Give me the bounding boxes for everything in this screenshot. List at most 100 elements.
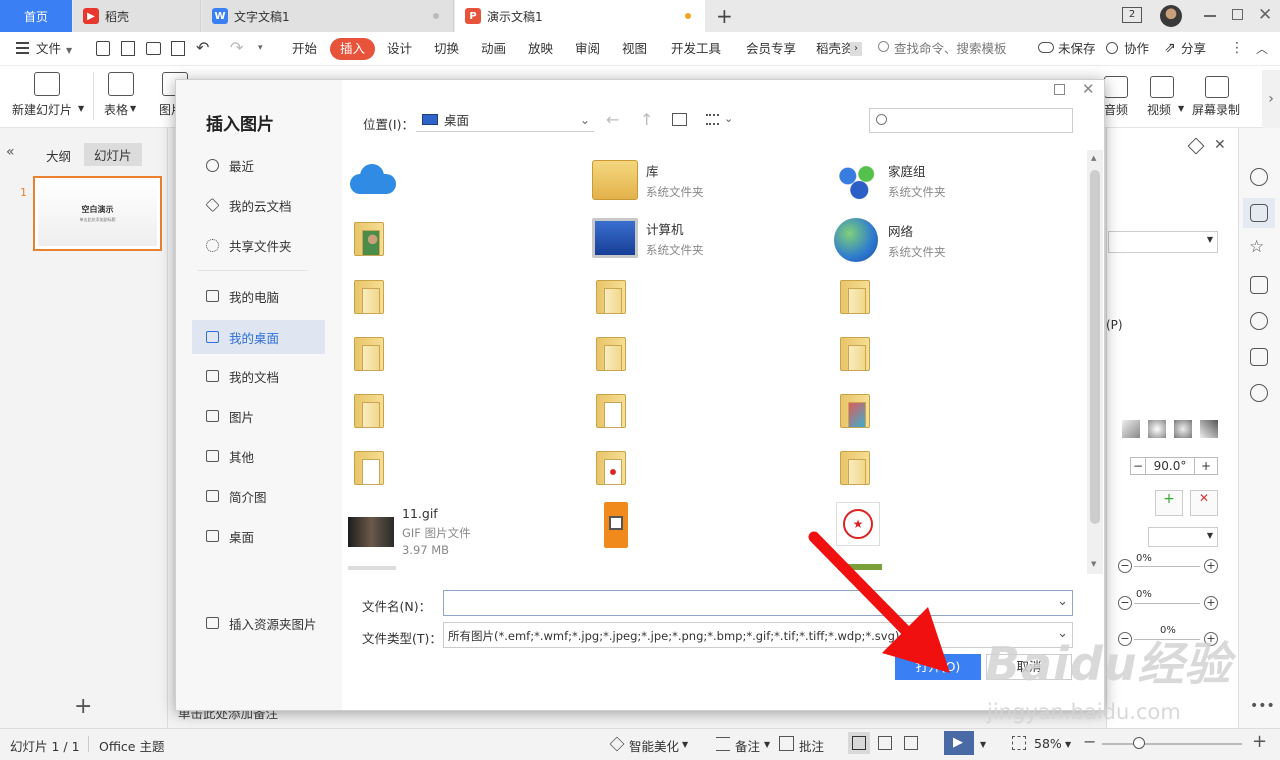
- tab-home[interactable]: 首页: [0, 0, 72, 32]
- chevron-down-icon[interactable]: ▼: [130, 104, 136, 113]
- file-item-computer[interactable]: 计算机 系统文件夹: [592, 218, 704, 258]
- star-icon[interactable]: ☆: [1249, 237, 1264, 257]
- folder-item[interactable]: [352, 388, 386, 430]
- location-select[interactable]: 桌面 ⌄: [416, 108, 594, 132]
- tab-close-dot[interactable]: [433, 13, 439, 19]
- minimize-icon[interactable]: [1204, 15, 1216, 17]
- file-item-homegroup[interactable]: 家庭组 系统文件夹: [834, 160, 946, 200]
- nav-my-computer[interactable]: 我的电脑: [192, 279, 325, 313]
- save-icon[interactable]: [96, 41, 110, 56]
- command-search[interactable]: 查找命令、搜索模板: [894, 32, 1007, 66]
- folder-item[interactable]: [838, 274, 872, 316]
- cloud-drive-item[interactable]: [350, 164, 396, 194]
- slide-thumbnail[interactable]: 空白演示 单击此处添加副标题: [33, 176, 162, 251]
- nav-my-documents[interactable]: 我的文档: [192, 359, 325, 393]
- chevron-down-icon[interactable]: ⌄: [1057, 594, 1068, 609]
- restore-icon[interactable]: [1232, 9, 1243, 20]
- add-slide-icon[interactable]: +: [74, 694, 92, 719]
- settings-sliders-icon[interactable]: [1250, 204, 1268, 222]
- unsaved-status[interactable]: 未保存: [1058, 32, 1096, 66]
- nav-cloud-docs[interactable]: 我的云文档: [192, 188, 325, 222]
- menu-review[interactable]: 审阅: [575, 32, 600, 66]
- menu-devtools[interactable]: 开发工具: [671, 32, 721, 66]
- menu-slideshow[interactable]: 放映: [528, 32, 553, 66]
- menu-daoke-resources[interactable]: 稻壳资: [816, 32, 850, 66]
- chevron-down-icon[interactable]: ▼: [78, 104, 84, 113]
- table-button[interactable]: 表格: [104, 101, 128, 118]
- scroll-thumb[interactable]: [1090, 170, 1100, 524]
- chevron-down-icon[interactable]: ⌄: [724, 112, 733, 125]
- folder-item[interactable]: [838, 445, 872, 487]
- folder-item[interactable]: [352, 274, 386, 316]
- folder-item[interactable]: [594, 331, 628, 373]
- play-button[interactable]: ▶: [944, 731, 974, 755]
- chevron-down-icon[interactable]: ▼: [66, 46, 72, 55]
- menu-animation[interactable]: 动画: [481, 32, 506, 66]
- tab-daoke[interactable]: ▶ 稻壳: [73, 0, 201, 32]
- folder-item[interactable]: [838, 388, 872, 430]
- gradient-swatch[interactable]: [1174, 420, 1192, 438]
- comments-button[interactable]: 批注: [799, 736, 824, 755]
- file-item-gif[interactable]: 11.gif GIF 图片文件 3.97 MB: [348, 506, 471, 557]
- folder-item[interactable]: [352, 331, 386, 373]
- zoom-slider[interactable]: [1102, 743, 1242, 745]
- normal-view-icon[interactable]: [852, 736, 866, 750]
- location-icon[interactable]: [1250, 384, 1268, 402]
- menu-design[interactable]: 设计: [387, 32, 412, 66]
- chevron-right-icon[interactable]: ›: [850, 42, 862, 56]
- nav-recent[interactable]: 最近: [192, 148, 325, 182]
- export-pdf-icon[interactable]: [121, 41, 135, 56]
- nav-desktop[interactable]: 桌面: [192, 519, 325, 553]
- menu-file[interactable]: 文件: [36, 32, 61, 66]
- notes-button[interactable]: 备注: [735, 736, 760, 755]
- scroll-up-icon[interactable]: ▲: [1091, 154, 1096, 162]
- menu-member[interactable]: 会员专享: [746, 32, 796, 66]
- scroll-down-icon[interactable]: ▼: [1091, 560, 1096, 568]
- reading-view-icon[interactable]: [904, 736, 918, 750]
- sorter-view-icon[interactable]: [878, 736, 892, 750]
- swap-icon[interactable]: [1250, 276, 1268, 294]
- back-arrow-icon[interactable]: ←: [606, 110, 619, 129]
- print-icon[interactable]: [146, 42, 161, 55]
- slider-minus-icon[interactable]: −: [1118, 559, 1132, 573]
- share-button[interactable]: 分享: [1181, 32, 1206, 66]
- collaborate-button[interactable]: 协作: [1124, 32, 1149, 66]
- folder-item[interactable]: [594, 445, 628, 487]
- remove-stop-icon[interactable]: ✕: [1190, 490, 1218, 516]
- slider-track[interactable]: [1134, 566, 1200, 567]
- up-arrow-icon[interactable]: ↑: [640, 110, 653, 129]
- zoom-handle[interactable]: [1133, 737, 1145, 749]
- menu-start[interactable]: 开始: [292, 32, 317, 66]
- tab-writer[interactable]: W 文字文稿1: [202, 0, 454, 32]
- avatar[interactable]: [1160, 5, 1182, 27]
- dialog-maximize-icon[interactable]: [1054, 84, 1065, 95]
- video-button[interactable]: 视频: [1147, 101, 1171, 118]
- nav-pictures[interactable]: 图片: [192, 399, 325, 433]
- qr-poster-thumbnail[interactable]: [604, 502, 628, 548]
- chevron-down-icon[interactable]: ▼: [980, 740, 986, 749]
- collapse-ribbon-icon[interactable]: ︿: [1256, 40, 1268, 57]
- new-folder-icon[interactable]: [672, 113, 687, 126]
- folder-item[interactable]: [594, 388, 628, 430]
- gradient-swatch[interactable]: [1148, 420, 1166, 438]
- dialog-close-icon[interactable]: ✕: [1082, 80, 1095, 98]
- slider-track[interactable]: [1134, 603, 1200, 604]
- smart-beautify-button[interactable]: 智能美化: [629, 736, 679, 755]
- dialog-search-input[interactable]: [869, 108, 1073, 133]
- nav-intro-images[interactable]: 简介图: [192, 479, 325, 513]
- collapse-panel-icon[interactable]: «: [6, 144, 15, 160]
- menu-insert[interactable]: 插入: [330, 38, 376, 60]
- chevron-down-icon[interactable]: ▼: [1065, 740, 1071, 749]
- zoom-in-icon[interactable]: +: [1252, 731, 1267, 752]
- ribbon-scroll-right[interactable]: ›: [1262, 70, 1280, 128]
- add-stop-icon[interactable]: +: [1155, 490, 1183, 516]
- panel-close-icon[interactable]: ✕: [1214, 137, 1226, 153]
- nav-other[interactable]: 其他: [192, 439, 325, 473]
- view-mode-icon[interactable]: [706, 114, 719, 125]
- decrease-angle-button[interactable]: −: [1130, 457, 1146, 475]
- hamburger-icon[interactable]: [16, 42, 29, 44]
- folder-item[interactable]: [838, 331, 872, 373]
- folder-user[interactable]: [352, 216, 386, 258]
- screen-record-button[interactable]: 屏幕录制: [1192, 101, 1240, 118]
- nav-shared-folder[interactable]: 共享文件夹: [192, 228, 325, 262]
